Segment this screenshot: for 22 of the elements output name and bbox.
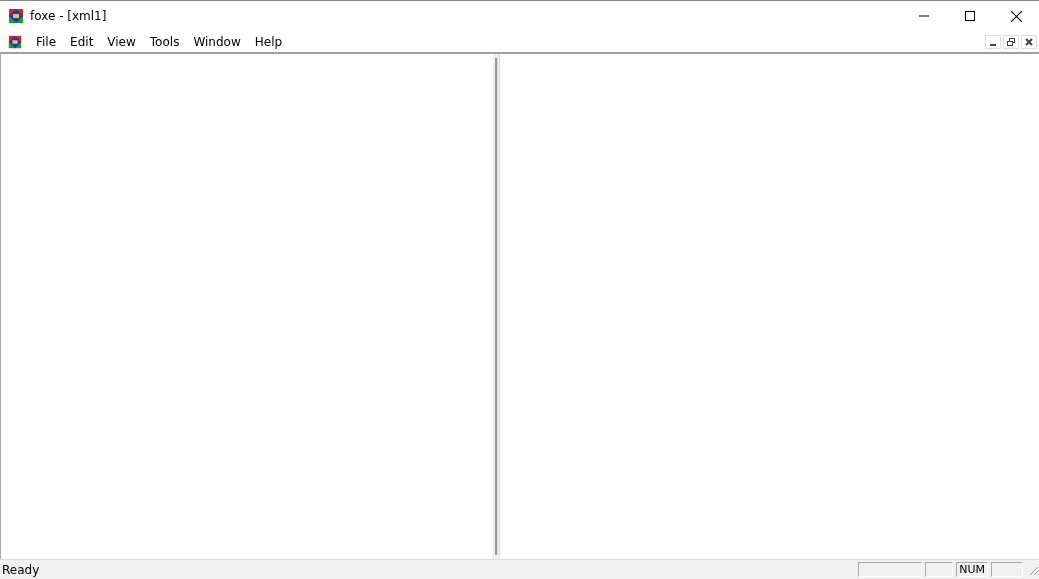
- window-title: foxe - [xml1]: [30, 9, 107, 23]
- restore-icon: [1007, 37, 1015, 46]
- close-icon: [1025, 37, 1033, 46]
- menu-item[interactable]: View: [100, 34, 143, 49]
- menu-item[interactable]: Window: [186, 34, 248, 49]
- status-pane: [991, 562, 1023, 577]
- menu-item[interactable]: Tools: [142, 34, 187, 49]
- child-restore-button[interactable]: [1003, 34, 1019, 49]
- document-icon: [8, 34, 22, 49]
- child-close-button[interactable]: [1021, 34, 1037, 49]
- status-pane: [925, 562, 954, 577]
- menu-item[interactable]: Help: [247, 34, 290, 49]
- child-minimize-button[interactable]: [985, 34, 1001, 49]
- minimize-icon: [990, 43, 996, 46]
- menu-item[interactable]: File: [29, 34, 64, 49]
- app-icon: [8, 8, 24, 24]
- menu-item[interactable]: Edit: [63, 34, 101, 49]
- status-message: Ready: [1, 562, 40, 577]
- maximize-icon: [965, 11, 975, 21]
- status-pane: [858, 562, 923, 577]
- status-indicator: NUM: [956, 562, 988, 577]
- close-icon: [1010, 10, 1022, 22]
